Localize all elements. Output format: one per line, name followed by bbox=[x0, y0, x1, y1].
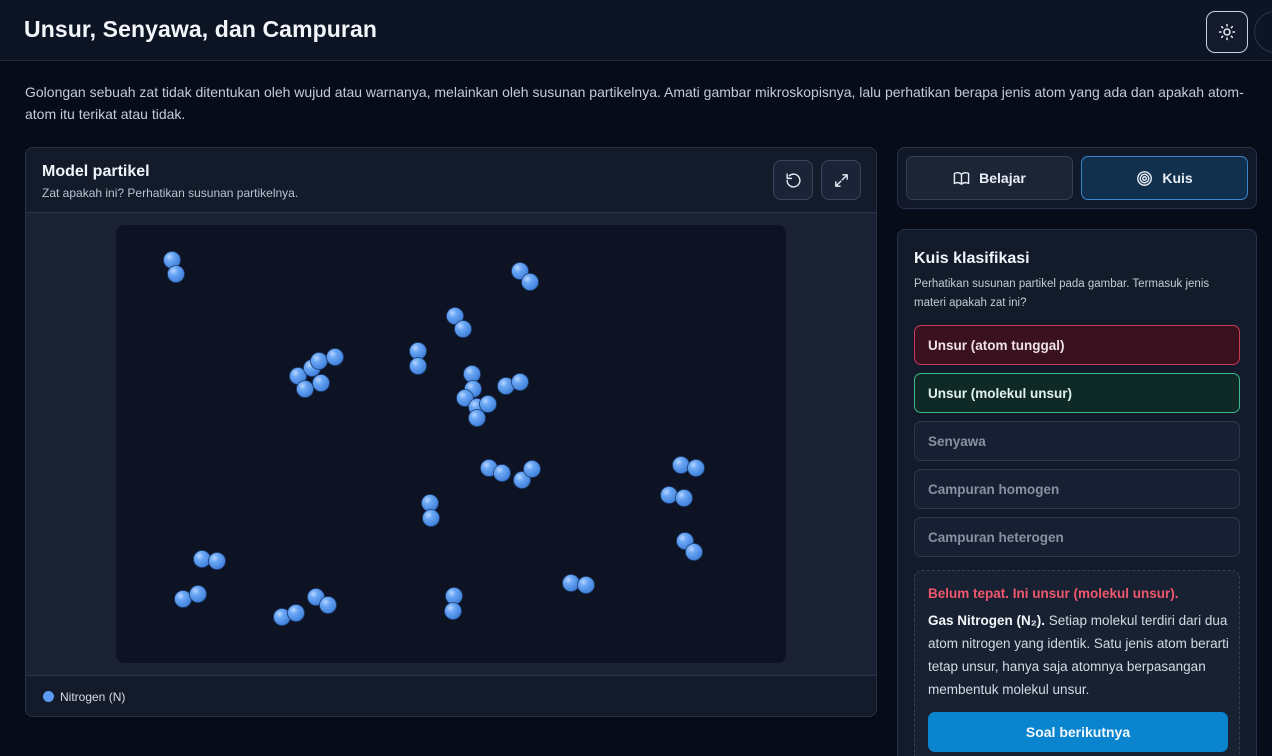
nitrogen-atom bbox=[463, 365, 481, 383]
nitrogen-atom bbox=[409, 357, 427, 375]
mode-switcher: Belajar Kuis bbox=[897, 147, 1257, 209]
nitrogen-molecule bbox=[513, 460, 541, 489]
page-title: Unsur, Senyawa, dan Campuran bbox=[24, 16, 378, 42]
nitrogen-molecule bbox=[676, 532, 703, 561]
nitrogen-atom bbox=[493, 464, 511, 482]
nitrogen-molecule bbox=[174, 585, 207, 608]
feedback-box: Belum tepat. Ini unsur (molekul unsur). … bbox=[914, 570, 1240, 756]
feedback-substance: Gas Nitrogen (N₂). bbox=[928, 613, 1046, 628]
nitrogen-molecule bbox=[672, 456, 705, 477]
nitrogen-atom bbox=[326, 348, 344, 366]
nitrogen-molecule bbox=[310, 348, 344, 370]
nitrogen-molecule bbox=[409, 342, 427, 375]
nitrogen-atom bbox=[468, 409, 486, 427]
nitrogen-atom bbox=[312, 374, 330, 392]
nitrogen-atom bbox=[409, 342, 427, 360]
nitrogen-molecule bbox=[480, 459, 511, 482]
nitrogen-atom bbox=[511, 373, 529, 391]
intro-text: Golongan sebuah zat tidak ditentukan ole… bbox=[25, 84, 1244, 122]
nitrogen-atom bbox=[445, 587, 463, 605]
nitrogen-atom bbox=[422, 509, 440, 527]
nitrogen-atom bbox=[454, 320, 472, 338]
nitrogen-atom bbox=[687, 459, 705, 477]
nitrogen-molecule bbox=[562, 574, 595, 594]
nitrogen-molecule bbox=[273, 604, 305, 626]
learn-mode-button[interactable]: Belajar bbox=[906, 156, 1073, 200]
nitrogen-atom bbox=[523, 460, 541, 478]
partial-edge-button[interactable] bbox=[1254, 11, 1272, 53]
nitrogen-atom bbox=[660, 486, 678, 504]
reset-icon bbox=[785, 172, 801, 188]
quiz-mode-button[interactable]: Kuis bbox=[1081, 156, 1248, 200]
particle-canvas bbox=[116, 225, 786, 663]
nitrogen-molecule bbox=[163, 251, 185, 283]
nitrogen-atom bbox=[479, 395, 497, 413]
nitrogen-molecule bbox=[446, 307, 472, 338]
quiz-panel: Kuis klasifikasi Perhatikan susunan part… bbox=[897, 229, 1257, 756]
nitrogen-atom bbox=[685, 543, 703, 561]
quiz-option-campuran-heterogen[interactable]: Campuran heterogen bbox=[914, 517, 1240, 557]
learn-mode-label: Belajar bbox=[979, 170, 1026, 186]
nitrogen-molecule bbox=[660, 486, 693, 507]
quiz-mode-label: Kuis bbox=[1162, 170, 1193, 186]
quiz-title: Kuis klasifikasi bbox=[914, 250, 1030, 267]
quiz-prompt: Perhatikan susunan partikel pada gambar.… bbox=[914, 278, 1210, 309]
reset-button[interactable] bbox=[773, 160, 813, 200]
theme-toggle-button[interactable] bbox=[1206, 11, 1248, 53]
particle-svg bbox=[163, 251, 705, 626]
nitrogen-atom bbox=[319, 596, 337, 614]
quiz-option-campuran-homogen[interactable]: Campuran homogen bbox=[914, 469, 1240, 509]
book-icon bbox=[953, 171, 970, 185]
nitrogen-molecule bbox=[444, 587, 463, 620]
quiz-option-senyawa[interactable]: Senyawa bbox=[914, 421, 1240, 461]
sun-icon bbox=[1218, 23, 1236, 41]
nitrogen-molecule bbox=[421, 494, 440, 527]
nitrogen-atom bbox=[444, 602, 462, 620]
nitrogen-atom bbox=[296, 380, 314, 398]
model-subtitle: Zat apakah ini? Perhatikan susunan parti… bbox=[42, 186, 299, 200]
quiz-option-unsur-molekul-unsur[interactable]: Unsur (molekul unsur) bbox=[914, 373, 1240, 413]
model-panel-header: Model partikel Zat apakah ini? Perhatika… bbox=[26, 148, 876, 213]
nitrogen-molecule bbox=[511, 262, 539, 291]
nitrogen-atom bbox=[577, 576, 595, 594]
nitrogen-atom bbox=[189, 585, 207, 603]
nitrogen-atom bbox=[562, 574, 580, 592]
nitrogen-molecule bbox=[497, 373, 529, 395]
expand-icon bbox=[834, 173, 848, 187]
nitrogen-molecule bbox=[307, 588, 337, 614]
nitrogen-atom bbox=[421, 494, 439, 512]
feedback-verdict: Belum tepat. Ini unsur (molekul unsur). bbox=[928, 586, 1179, 601]
next-question-button[interactable]: Soal berikutnya bbox=[928, 712, 1228, 752]
fullscreen-button[interactable] bbox=[821, 160, 861, 200]
quiz-option-unsur-atom-tunggal[interactable]: Unsur (atom tunggal) bbox=[914, 325, 1240, 365]
target-icon bbox=[1137, 170, 1153, 186]
legend-bar: Nitrogen (N) bbox=[26, 675, 876, 716]
feedback-body: Gas Nitrogen (N₂). Setiap molekul terdir… bbox=[928, 609, 1233, 701]
nitrogen-atom bbox=[521, 273, 539, 291]
nitrogen-atom bbox=[167, 265, 185, 283]
legend-label-nitrogen: Nitrogen (N) bbox=[60, 690, 126, 704]
legend-swatch-nitrogen bbox=[43, 691, 54, 702]
nitrogen-atom bbox=[287, 604, 305, 622]
nitrogen-atom bbox=[208, 552, 226, 570]
model-title: Model partikel bbox=[42, 163, 150, 180]
nitrogen-atom bbox=[672, 456, 690, 474]
particle-model-panel: Model partikel Zat apakah ini? Perhatika… bbox=[25, 147, 877, 717]
nitrogen-atom bbox=[675, 489, 693, 507]
nitrogen-molecule bbox=[193, 550, 226, 570]
top-bar: Unsur, Senyawa, dan Campuran bbox=[0, 0, 1272, 61]
nitrogen-atom bbox=[193, 550, 211, 568]
nitrogen-atom bbox=[310, 352, 328, 370]
nitrogen-atom bbox=[174, 590, 192, 608]
